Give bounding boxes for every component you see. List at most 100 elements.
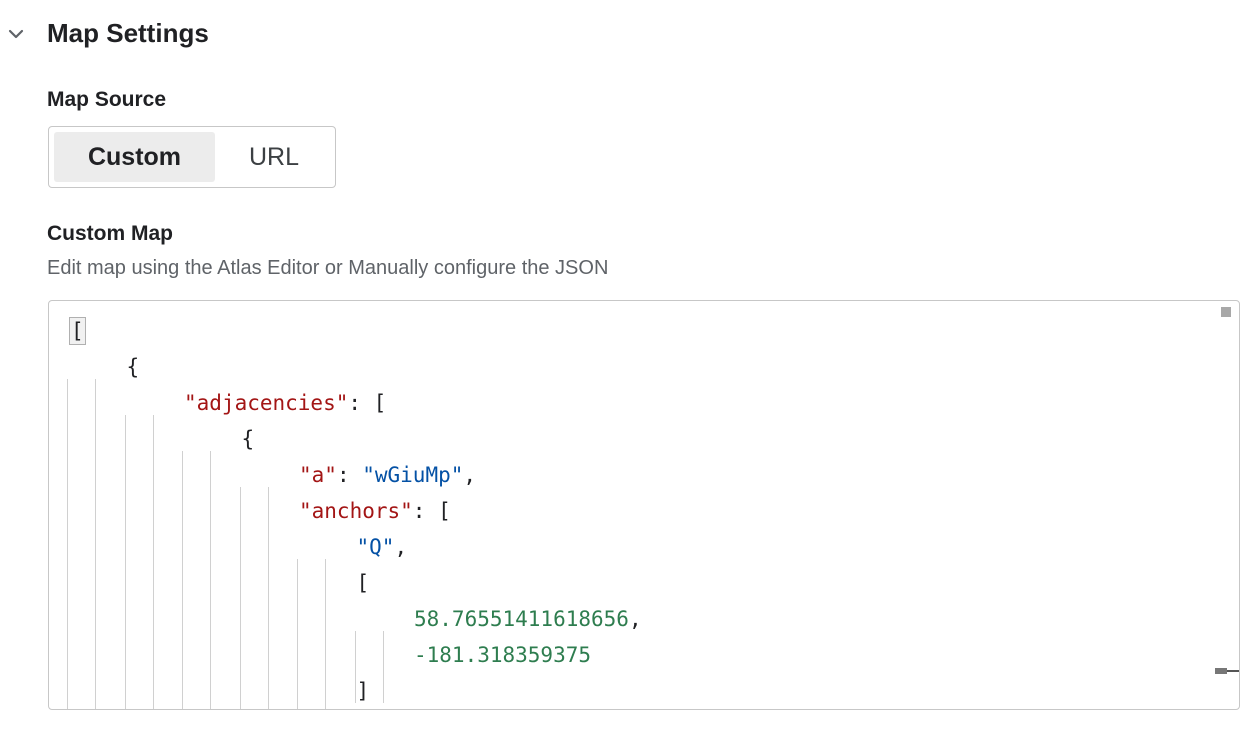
indent-guide [325, 667, 326, 703]
indent-guide [267, 523, 269, 559]
indent-guide [239, 523, 241, 559]
code-token: : [ [348, 391, 387, 415]
indent-guide [239, 595, 241, 631]
code-line: -181.318359375 [414, 637, 591, 673]
indent-guide [152, 559, 154, 595]
indent-guide [297, 559, 298, 595]
indent-guide [182, 595, 183, 631]
indent-guide [239, 667, 241, 703]
code-token: "Q" [356, 535, 395, 559]
indent-guide [152, 631, 154, 667]
custom-map-label: Custom Map [47, 222, 173, 245]
indent-guide [267, 487, 269, 523]
code-token: -181.318359375 [414, 643, 592, 667]
code-token: "a" [299, 463, 337, 487]
indent-guide [297, 631, 298, 667]
code-token: "adjacencies" [184, 391, 349, 415]
indent-guide [210, 703, 211, 709]
indent-guide [210, 523, 211, 559]
indent-guide [210, 451, 211, 487]
indent-guide [239, 703, 241, 709]
indent-guide [152, 595, 154, 631]
indent-guide [267, 667, 269, 703]
indent-guide [210, 667, 211, 703]
indent-guide [95, 379, 96, 415]
section-title: Map Settings [47, 18, 209, 48]
map-source-custom-button[interactable]: Custom [54, 132, 215, 182]
custom-map-help-text: Edit map using the Atlas Editor or Manua… [47, 257, 609, 279]
indent-guide [297, 667, 298, 703]
indent-guide [325, 631, 326, 667]
indent-guide [95, 631, 96, 667]
indent-guide [267, 595, 269, 631]
indent-guide [95, 595, 96, 631]
indent-guide [67, 451, 68, 487]
code-line: [ [69, 313, 86, 349]
indent-guide [152, 415, 154, 451]
indent-guide [95, 703, 96, 709]
code-token: : [336, 463, 363, 487]
indent-guide [210, 631, 211, 667]
indent-guide [210, 559, 211, 595]
indent-guide [67, 667, 68, 703]
code-token: [ [69, 317, 86, 345]
code-token: : [ [412, 499, 451, 523]
indent-guide [124, 559, 126, 595]
indent-guide [95, 415, 96, 451]
code-token: "anchors" [299, 499, 413, 523]
indent-guide [239, 631, 241, 667]
indent-guide [124, 703, 126, 709]
map-settings-header[interactable]: Map Settings [0, 12, 400, 56]
indent-guide [124, 523, 126, 559]
map-source-label: Map Source [47, 88, 167, 111]
indent-guide [354, 631, 356, 667]
indent-guide [210, 595, 211, 631]
indent-guide [182, 559, 183, 595]
indent-guide [152, 667, 154, 703]
code-line: "adjacencies": [ [184, 385, 386, 421]
indent-guide [297, 595, 298, 631]
indent-guide [67, 631, 68, 667]
indent-guide [239, 487, 241, 523]
map-source-toggle: Custom URL [48, 126, 336, 188]
code-token: 58.76551411618656 [414, 607, 629, 631]
indent-guide [124, 667, 126, 703]
indent-guide [67, 415, 68, 451]
resize-handle-icon[interactable] [1213, 664, 1239, 678]
indent-guide [124, 451, 126, 487]
indent-guide [267, 559, 269, 595]
scrollbar-thumb[interactable] [1221, 307, 1231, 317]
indent-guide [182, 703, 183, 709]
code-line: [ [357, 565, 370, 601]
indent-guide [325, 595, 326, 631]
indent-guide [124, 631, 126, 667]
code-token: { [126, 355, 140, 379]
code-line: "a": "wGiuMp", [299, 457, 476, 493]
indent-guide [152, 523, 154, 559]
indent-guide [267, 703, 269, 709]
indent-guide [354, 667, 356, 703]
code-line: "Q", [357, 529, 408, 565]
json-editor[interactable]: [{"adjacencies": [{"a": "wGiuMp", "anchor… [48, 300, 1240, 710]
map-settings-page: Map Settings Map Source Custom URL Custo… [0, 0, 1260, 750]
code-line: 58.76551411618656, [414, 601, 642, 637]
code-line: "anchors": [ [299, 493, 451, 529]
indent-guide [95, 451, 96, 487]
indent-guide [67, 703, 68, 709]
chevron-down-icon[interactable] [6, 24, 26, 44]
indent-guide [182, 631, 183, 667]
indent-guide [124, 487, 126, 523]
indent-guide [152, 487, 154, 523]
indent-guide [182, 523, 183, 559]
indent-guide [124, 595, 126, 631]
indent-guide [95, 523, 96, 559]
indent-guide [95, 559, 96, 595]
code-token: , [394, 535, 408, 559]
indent-guide [95, 487, 96, 523]
code-token: [ [356, 571, 370, 595]
indent-guide [182, 667, 183, 703]
indent-guide [210, 487, 211, 523]
indent-guide [67, 523, 68, 559]
indent-guide [325, 703, 326, 709]
map-source-url-button[interactable]: URL [219, 132, 329, 182]
